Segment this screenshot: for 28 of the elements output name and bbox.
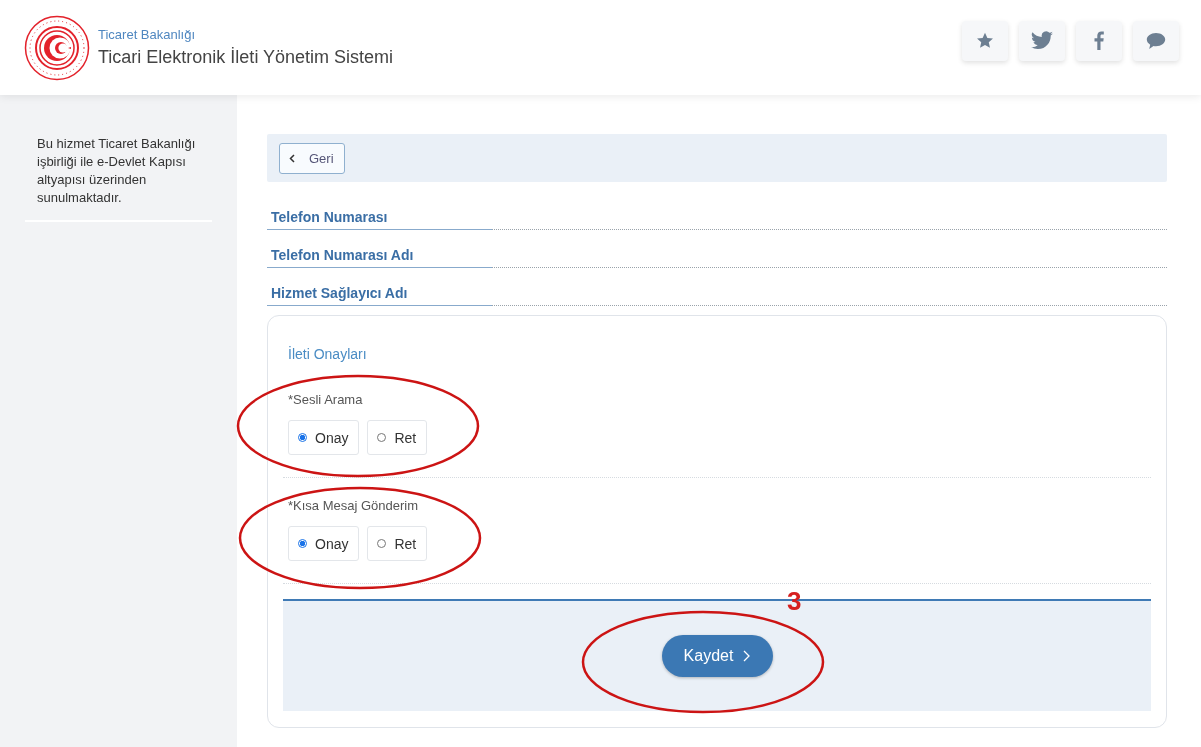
save-button[interactable]: Kaydet bbox=[661, 635, 773, 677]
twitter-button[interactable] bbox=[1019, 20, 1065, 61]
favorite-button[interactable] bbox=[962, 20, 1008, 61]
section-title: İleti Onayları bbox=[287, 346, 368, 362]
facebook-icon bbox=[1094, 31, 1104, 50]
radio-option[interactable]: Onay bbox=[288, 526, 360, 561]
service-note: Bu hizmet Ticaret Bakanlığı işbirliği ile e-Devlet Kapısı altyapısı üzerinden sunulmaktadır. bbox=[25, 135, 212, 222]
radio-option[interactable]: Onay bbox=[288, 420, 360, 455]
ministry-name: Ticaret Bakanlığı bbox=[98, 26, 197, 43]
radio-option[interactable]: Ret bbox=[367, 420, 428, 455]
chevron-left-icon bbox=[289, 153, 295, 163]
chevron-right-icon bbox=[743, 650, 751, 662]
facebook-button[interactable] bbox=[1076, 20, 1122, 61]
field-label: Telefon Numarası bbox=[271, 209, 388, 225]
question-label: *Kısa Mesaj Gönderim bbox=[288, 498, 420, 515]
system-title: Ticari Elektronik İleti Yönetim Sistemi bbox=[98, 46, 395, 69]
back-button[interactable]: Geri bbox=[279, 142, 345, 174]
feedback-button[interactable] bbox=[1133, 20, 1179, 61]
speech-bubble-icon bbox=[1146, 31, 1166, 50]
bird-icon bbox=[1030, 30, 1054, 51]
field-label: Hizmet Sağlayıcı Adı bbox=[271, 285, 408, 301]
radio-icon[interactable] bbox=[298, 433, 307, 442]
star-icon bbox=[976, 32, 994, 49]
radio-icon[interactable] bbox=[298, 539, 307, 548]
ministry-seal-drawing bbox=[24, 14, 90, 81]
field-label: Telefon Numarası Adı bbox=[271, 247, 414, 263]
radio-option[interactable]: Ret bbox=[367, 526, 428, 561]
question-label: *Sesli Arama bbox=[288, 392, 364, 409]
